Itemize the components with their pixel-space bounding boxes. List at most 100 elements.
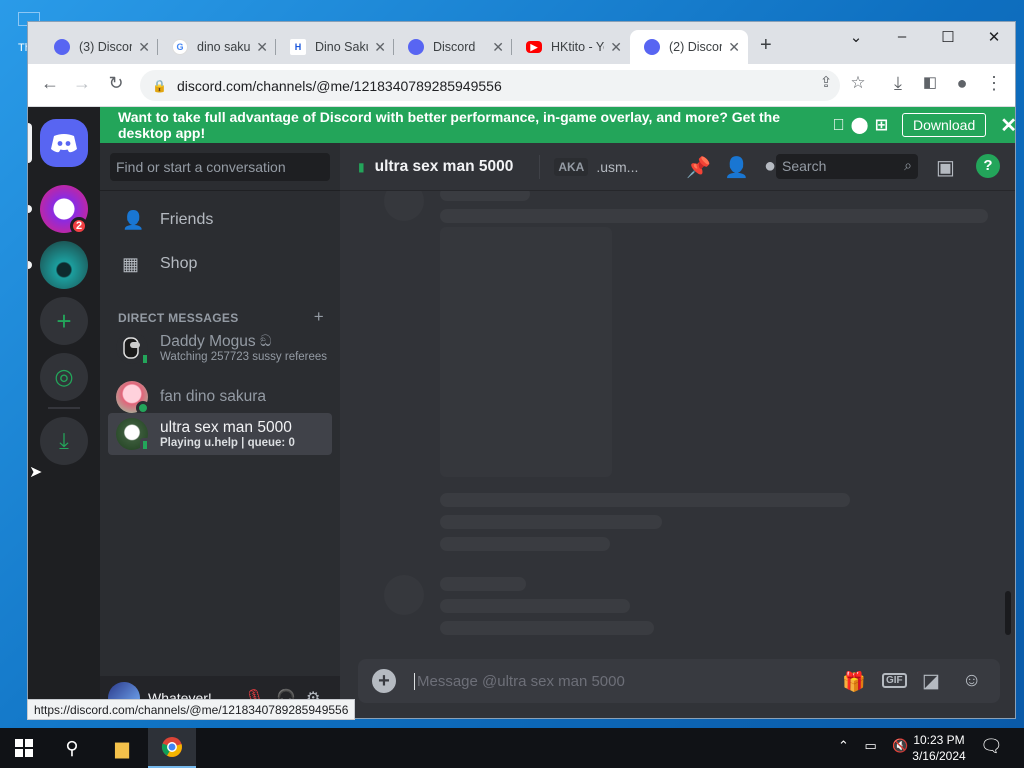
minimize-button[interactable]: – xyxy=(887,28,917,45)
chat-search-input[interactable]: Search ⌕ xyxy=(776,154,918,179)
shop-icon: ▦ xyxy=(122,253,140,274)
downloads-icon[interactable]: ⤓ xyxy=(886,73,910,94)
dm-name: fan dino sakura xyxy=(160,388,266,405)
server-rail: 2 + ◎ ⤓ xyxy=(28,107,100,718)
dm-item-fan-dino-sakura[interactable]: fan dino sakura xyxy=(108,376,332,418)
address-bar[interactable]: 🔒 discord.com/channels/@me/1218340789285… xyxy=(140,70,840,101)
tab-title: Discord xyxy=(433,40,476,54)
help-icon[interactable]: ? xyxy=(976,154,1000,178)
browser-toolbar: ← → ↻ 🔒 discord.com/channels/@me/1218340… xyxy=(28,64,1015,107)
nav-shop[interactable]: ▦ Shop xyxy=(108,243,332,285)
tab-title: (2) Discord xyxy=(669,40,722,54)
mobile-status-icon xyxy=(140,352,150,366)
scrollbar-thumb[interactable] xyxy=(1005,591,1011,635)
tab-close-icon[interactable]: ✕ xyxy=(610,39,622,56)
avatar xyxy=(116,418,150,452)
banner-close-icon[interactable]: ✕ xyxy=(1000,113,1015,138)
tab-discord[interactable]: Discord ✕ xyxy=(394,30,512,64)
menu-kebab-icon[interactable]: ⋮ xyxy=(982,73,1006,94)
forward-button[interactable]: → xyxy=(70,73,94,94)
home-icon[interactable] xyxy=(40,119,88,167)
tab-dino-sakura[interactable]: H Dino Sakura ✕ xyxy=(276,30,394,64)
chat-header: ▮ ultra sex man 5000 AKA .usm... 📌 👤 ● S… xyxy=(340,143,1015,191)
start-button[interactable] xyxy=(0,728,48,768)
dm-item-daddy-mogus[interactable]: Daddy Mogus ඞ Watching 257723 sussy refe… xyxy=(108,327,332,369)
emoji-icon[interactable]: ☺ xyxy=(962,670,981,692)
dm-name: ultra sex man 5000 xyxy=(160,419,292,436)
clock-time: 10:23 PM xyxy=(913,733,965,747)
tab-close-icon[interactable]: ✕ xyxy=(138,39,150,56)
tab-close-icon[interactable]: ✕ xyxy=(256,39,268,56)
notification-center-icon[interactable]: 🗨 xyxy=(980,736,1003,757)
dm-header: DIRECT MESSAGES + xyxy=(118,308,324,325)
gift-icon[interactable]: 🎁 xyxy=(842,670,866,694)
file-explorer-icon[interactable]: ▆ xyxy=(98,728,146,768)
chrome-taskbar-icon[interactable] xyxy=(148,728,196,768)
add-friends-to-dm-icon[interactable]: 👤 xyxy=(724,155,749,180)
maximize-button[interactable]: ☐ xyxy=(933,28,963,46)
discord-icon xyxy=(54,39,70,55)
banner-text: Want to take full advantage of Discord w… xyxy=(118,109,781,141)
message-input[interactable]: Message @ultra sex man 5000 xyxy=(414,672,625,690)
tab-discord-3[interactable]: (3) Discord ✕ xyxy=(40,30,158,64)
attach-plus-icon[interactable]: + xyxy=(372,669,396,693)
close-window-button[interactable]: ✕ xyxy=(979,28,1009,46)
bookmark-star-icon[interactable]: ☆ xyxy=(846,73,870,93)
discord-icon xyxy=(644,39,660,55)
dm-activity: Watching 257723 sussy referees xyxy=(160,351,328,363)
tab-discord-2-active[interactable]: (2) Discord ✕ xyxy=(630,30,748,64)
tab-title: dino sakura xyxy=(197,40,251,54)
explore-icon[interactable]: ◎ xyxy=(40,353,88,401)
tab-youtube[interactable]: ▶ HKtito - YouTube ✕ xyxy=(512,30,630,64)
mobile-status-icon xyxy=(140,438,150,452)
dm-item-ultra-sex-man-5000[interactable]: ultra sex man 5000 Playing u.help | queu… xyxy=(108,413,332,455)
tab-search-button[interactable]: ⌄ xyxy=(841,28,871,46)
reload-button[interactable]: ↻ xyxy=(104,73,128,94)
new-tab-button[interactable]: + xyxy=(760,34,772,57)
skeleton-avatar xyxy=(384,191,424,221)
side-panel-icon[interactable]: ◧ xyxy=(918,73,942,91)
user-profile-icon[interactable]: ● xyxy=(764,155,776,178)
skeleton-line xyxy=(440,191,530,201)
nav-friends[interactable]: 👤 Friends xyxy=(108,199,332,241)
dm-sidebar: Find or start a conversation 👤 Friends ▦… xyxy=(100,143,340,718)
server-green-icon[interactable] xyxy=(40,241,88,289)
back-button[interactable]: ← xyxy=(38,73,62,94)
create-dm-icon[interactable]: + xyxy=(314,308,324,325)
nav-label: Shop xyxy=(160,255,198,272)
skeleton-line xyxy=(440,537,610,551)
server-mention-badge: 2 xyxy=(70,217,88,235)
nav-label: Friends xyxy=(160,211,214,228)
download-apps-icon[interactable]: ⤓ xyxy=(40,417,88,465)
skeleton-line xyxy=(440,621,654,635)
download-button[interactable]: Download xyxy=(901,113,987,137)
pin-icon[interactable]: 📌 xyxy=(686,155,711,180)
search-icon[interactable]: ⚲ xyxy=(48,728,96,768)
tab-close-icon[interactable]: ✕ xyxy=(374,39,386,56)
clock-date: 3/16/2024 xyxy=(912,749,966,763)
share-icon[interactable]: ⇪ xyxy=(814,73,838,91)
lock-icon: 🔒 xyxy=(152,78,167,93)
header-divider xyxy=(539,154,541,179)
inbox-icon[interactable]: ▣ xyxy=(936,155,955,180)
sticker-icon[interactable]: ◪ xyxy=(922,670,940,693)
h-icon: H xyxy=(290,39,306,55)
dm-name: Daddy Mogus ඞ xyxy=(160,333,272,350)
gif-icon[interactable]: GIF xyxy=(882,673,907,688)
chrome-window: (3) Discord ✕ G dino sakura ✕ H Dino Sak… xyxy=(27,21,1016,719)
discord-icon xyxy=(408,39,424,55)
clock[interactable]: 10:23 PM 3/16/2024 xyxy=(904,732,974,764)
add-server-icon[interactable]: + xyxy=(40,297,88,345)
dm-search-input[interactable]: Find or start a conversation xyxy=(110,153,330,181)
tab-title: Dino Sakura xyxy=(315,40,368,54)
tab-title: (3) Discord xyxy=(79,40,132,54)
dm-header-label: DIRECT MESSAGES xyxy=(118,311,239,325)
windows-taskbar: ⚲ ▆ ⌃ ▭ 🔇 10:23 PM 3/16/2024 🗨 xyxy=(0,728,1024,768)
tab-close-icon[interactable]: ✕ xyxy=(728,39,740,56)
mobile-status-icon: ▮ xyxy=(358,159,365,174)
youtube-icon: ▶ xyxy=(526,41,542,53)
profile-avatar-icon[interactable]: ● xyxy=(950,73,974,94)
unread-pill xyxy=(28,205,32,213)
tab-dino-sakura-google[interactable]: G dino sakura ✕ xyxy=(158,30,276,64)
tab-close-icon[interactable]: ✕ xyxy=(492,39,504,56)
